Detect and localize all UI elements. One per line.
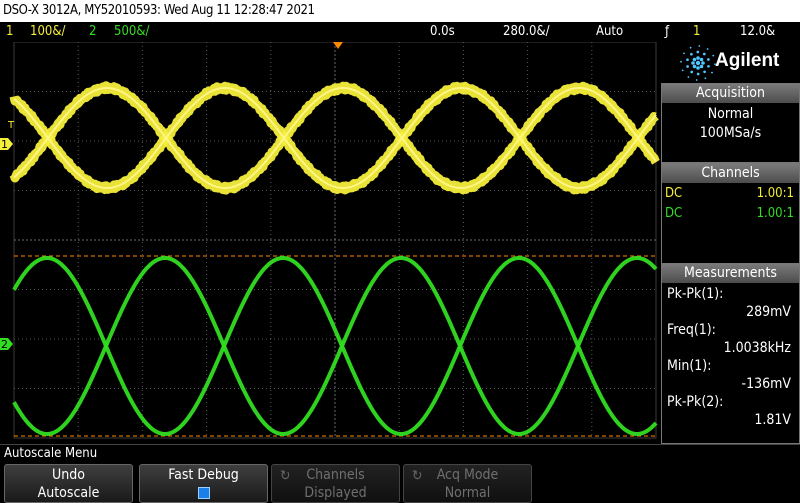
measurement-value: -136mV <box>741 376 791 392</box>
graticule: 1 2 T <box>0 41 660 439</box>
trigger-position-marker[interactable] <box>333 42 343 49</box>
acquisition-panel[interactable]: Acquisition Normal 100MSa/s <box>661 83 800 163</box>
menu-title: Autoscale Menu <box>4 446 98 461</box>
softkey-label: Acq Mode <box>436 467 499 483</box>
undo-autoscale-button[interactable]: Undo Autoscale <box>4 464 133 503</box>
measurement-value: 1.81V <box>754 412 791 428</box>
window-title: DSO-X 3012A, MY52010593: Wed Aug 11 12:2… <box>0 0 800 22</box>
channel-row-2: DC 1.00:1 <box>662 204 799 224</box>
waveform-display[interactable]: 1 2 T <box>0 41 660 444</box>
measurement-value: 289mV <box>746 304 791 320</box>
fast-debug-button[interactable]: Fast Debug <box>139 464 268 503</box>
svg-text:1: 1 <box>1 138 8 151</box>
trigger-slope-icon: ƒ <box>665 24 670 39</box>
ch1-scale[interactable]: 100&/ <box>30 22 65 42</box>
channels-header: Channels <box>662 164 799 183</box>
softkey-label: Channels <box>306 467 365 483</box>
status-bar: 1 100&/ 2 500&/ 0.0s 280.0&/ Auto ƒ 1 12… <box>0 22 800 42</box>
acq-mode-button[interactable]: ↻ Acq Mode Normal <box>403 464 532 503</box>
agilent-logo: Agilent <box>661 42 800 82</box>
acquisition-header: Acquisition <box>662 84 799 103</box>
right-panel: Agilent Acquisition Normal 100MSa/s Chan… <box>661 42 800 444</box>
measurement-label: Min(1): <box>667 358 712 374</box>
ch1-number[interactable]: 1 <box>6 22 13 42</box>
ch1-coupling: DC <box>665 186 683 201</box>
channel-row-1: DC 1.00:1 <box>662 184 799 204</box>
softkey-label: Displayed <box>304 485 367 501</box>
trigger-mode[interactable]: Auto <box>596 22 623 42</box>
acquisition-mode: Normal <box>707 106 754 122</box>
ch1-probe: 1.00:1 <box>756 186 794 201</box>
ch1-ground-marker[interactable]: 1 <box>0 138 13 151</box>
softkey-menu: Autoscale Menu Undo Autoscale Fast Debug… <box>0 444 800 503</box>
refresh-icon: ↻ <box>280 468 291 484</box>
softkey-label: Autoscale <box>37 485 100 501</box>
measurement-label: Pk-Pk(1): <box>667 286 724 302</box>
softkey-label: Undo <box>52 467 85 483</box>
measurements-header: Measurements <box>662 264 799 283</box>
measurements-panel[interactable]: Measurements Pk-Pk(1): 289mV Freq(1): 1.… <box>661 263 800 444</box>
trigger-level[interactable]: 12.0& <box>740 22 775 42</box>
channels-panel[interactable]: Channels DC 1.00:1 DC 1.00:1 <box>661 163 800 268</box>
ch2-probe: 1.00:1 <box>756 206 794 221</box>
refresh-icon: ↻ <box>412 468 423 484</box>
trigger-source[interactable]: 1 <box>693 22 700 42</box>
brand-text: Agilent <box>715 50 780 71</box>
measurement-label: Freq(1): <box>667 322 716 338</box>
checkbox-icon <box>197 487 210 499</box>
svg-text:2: 2 <box>1 338 8 351</box>
sample-rate: 100MSa/s <box>699 125 762 141</box>
ch2-scale[interactable]: 500&/ <box>114 22 149 42</box>
ch2-number[interactable]: 2 <box>89 22 96 42</box>
time-delay[interactable]: 0.0s <box>430 22 455 42</box>
measurement-label: Pk-Pk(2): <box>667 394 724 410</box>
softkey-label: Normal <box>444 485 491 501</box>
trigger-level-marker[interactable]: T <box>7 120 15 131</box>
time-scale[interactable]: 280.0&/ <box>503 22 550 42</box>
measurement-value: 1.0038kHz <box>723 340 791 356</box>
ch2-ground-marker[interactable]: 2 <box>0 338 13 351</box>
ch2-coupling: DC <box>665 206 683 221</box>
softkey-label: Fast Debug <box>168 467 239 483</box>
channels-displayed-button[interactable]: ↻ Channels Displayed <box>271 464 400 503</box>
